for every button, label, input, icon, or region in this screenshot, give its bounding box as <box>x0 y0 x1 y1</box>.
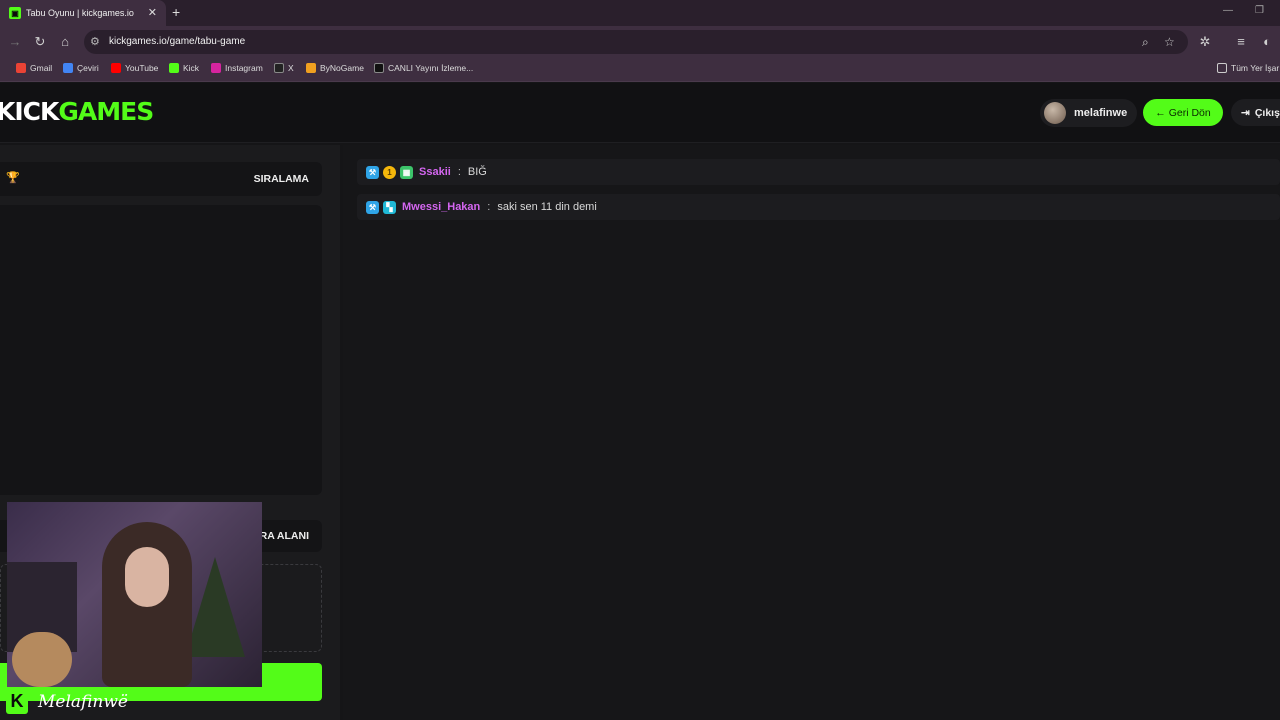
translate-icon <box>63 63 73 73</box>
kick-overlay-icon: K <box>6 688 28 714</box>
streamer-name: Melafinwë <box>38 692 128 712</box>
bookmark-x[interactable]: X <box>274 63 294 73</box>
x-icon <box>274 63 284 73</box>
exit-button[interactable]: ⇥ Çıkış <box>1231 99 1280 126</box>
chat-message: ⚒ 1 ▦ Ssakii : BIĞ <box>357 159 1280 185</box>
webcam-plush-toy <box>12 632 72 687</box>
webcam-overlay <box>7 502 262 687</box>
bookmark-bynogame[interactable]: ByNoGame <box>306 63 364 73</box>
moderator-badge-icon: ⚒ <box>366 200 379 214</box>
folder-icon <box>1217 63 1227 73</box>
bookmark-tiktok[interactable]: CANLI Yayını İzleme... <box>374 63 473 73</box>
logout-icon: ⇥ <box>1241 106 1250 119</box>
trophy-icon: 🏆 <box>6 172 20 184</box>
chat-message: ⚒ ▚ Mwessi_Hakan : saki sen 11 din demi <box>357 194 1280 220</box>
restore-icon[interactable]: ❐ <box>1255 5 1264 16</box>
chat-panel: ⚒ 1 ▦ Ssakii : BIĞ ⚒ ▚ Mwessi_Hakan : sa… <box>343 145 1280 720</box>
tiktok-icon <box>374 63 384 73</box>
webcam-face <box>125 547 169 607</box>
avatar <box>1044 102 1066 124</box>
gmail-icon <box>16 63 26 73</box>
subscriber-badge-icon: ▚ <box>383 200 396 214</box>
chat-username[interactable]: Ssakii <box>419 166 451 178</box>
ranking-header: 🏆 SIRALAMA <box>0 162 322 196</box>
site-header: KICKGAMES melafinwe ← Geri Dön ⇥ Çıkış <box>0 83 1280 143</box>
username: melafinwe <box>1074 107 1128 119</box>
kick-favicon-icon: ▣ <box>9 7 21 19</box>
bynogame-icon <box>306 63 316 73</box>
all-bookmarks[interactable]: Tüm Yer İşar <box>1217 63 1279 73</box>
coin-badge-icon: 1 <box>383 165 396 179</box>
moderator-badge-icon: ⚒ <box>366 165 379 179</box>
reading-list-icon[interactable]: ≡ <box>1233 34 1249 49</box>
bookmark-instagram[interactable]: Instagram <box>211 63 263 73</box>
webcam-christmas-tree <box>185 557 245 657</box>
minimize-icon[interactable]: — <box>1223 5 1233 16</box>
back-button[interactable]: ← Geri Dön <box>1143 99 1223 126</box>
chat-text: BIĞ <box>467 166 487 178</box>
bookmark-star-icon[interactable]: ☆ <box>1164 35 1175 49</box>
browser-toolbar: → ↻ ⌂ ⚙ kickgames.io/game/tabu-game ⌕ ☆ … <box>0 26 1280 58</box>
kickgames-logo[interactable]: KICKGAMES <box>0 97 154 126</box>
browser-tab-active[interactable]: ▣ Tabu Oyunu | kickgames.io ✕ <box>0 0 166 26</box>
chat-separator: : <box>457 166 461 178</box>
bookmark-kick[interactable]: Kick <box>169 63 199 73</box>
instagram-icon <box>211 63 221 73</box>
bookmark-ceviri[interactable]: Çeviri <box>63 63 99 73</box>
address-bar[interactable]: ⚙ kickgames.io/game/tabu-game ⌕ ☆ <box>84 30 1188 54</box>
home-icon[interactable]: ⌂ <box>57 34 73 49</box>
bookmark-youtube[interactable]: YouTube <box>111 63 158 73</box>
browser-tab-strip: ▣ Tabu Oyunu | kickgames.io ✕ + — ❐ <box>0 0 1280 26</box>
tab-title: Tabu Oyunu | kickgames.io <box>26 8 134 18</box>
new-tab-icon[interactable]: + <box>172 4 180 20</box>
profile-icon[interactable]: ◐ <box>1259 34 1275 49</box>
chat-text: saki sen 11 din demi <box>497 201 597 213</box>
ranking-list <box>0 205 322 495</box>
url-text: kickgames.io/game/tabu-game <box>109 36 246 47</box>
user-profile-pill[interactable]: melafinwe <box>1040 99 1138 127</box>
chat-separator: : <box>487 201 491 213</box>
reload-icon[interactable]: ↻ <box>32 34 48 50</box>
area-title: RA ALANI <box>259 530 309 542</box>
bookmark-gmail[interactable]: Gmail <box>16 63 52 73</box>
extensions-icon[interactable]: ✲ <box>1197 34 1213 50</box>
youtube-icon <box>111 63 121 73</box>
forward-icon[interactable]: → <box>7 34 23 49</box>
chat-username[interactable]: Mwessi_Hakan <box>402 201 480 213</box>
site-settings-icon[interactable]: ⚙ <box>90 35 100 48</box>
bookmarks-bar: Gmail Çeviri YouTube Kick Instagram X By… <box>0 58 1280 82</box>
ranking-title: SIRALAMA <box>253 173 309 185</box>
kick-icon <box>169 63 179 73</box>
gift-badge-icon: ▦ <box>400 165 413 179</box>
close-tab-icon[interactable]: ✕ <box>148 6 157 19</box>
zoom-icon[interactable]: ⌕ <box>1142 35 1149 50</box>
